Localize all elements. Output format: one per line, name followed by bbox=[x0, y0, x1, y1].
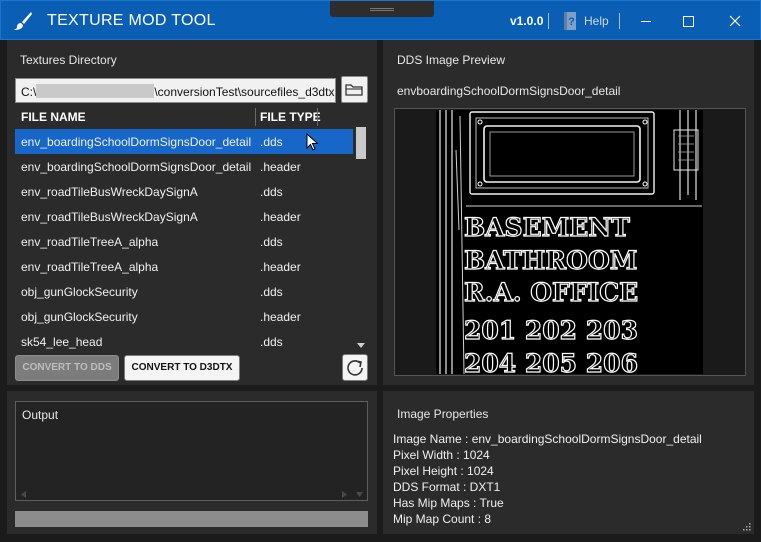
help-button[interactable]: ? Help bbox=[558, 9, 613, 33]
file-type-cell: .header bbox=[260, 160, 301, 174]
file-type-cell: .dds bbox=[260, 235, 283, 249]
version-label: v1.0.0 bbox=[510, 14, 544, 28]
divider bbox=[619, 13, 620, 29]
redacted-path-segment bbox=[36, 84, 155, 98]
convert-to-d3dtx-button[interactable]: CONVERT TO D3DTX bbox=[124, 355, 240, 381]
column-header-file-type[interactable]: FILE TYPE bbox=[260, 110, 321, 124]
file-type-cell: .dds bbox=[260, 135, 283, 149]
file-name-cell: sk54_lee_head bbox=[21, 335, 103, 349]
table-row[interactable]: env_boardingSchoolDormSignsDoor_detail .… bbox=[15, 154, 353, 179]
table-row[interactable]: sk54_lee_head .dds bbox=[15, 329, 353, 354]
properties-panel: Image Properties Image Name : env_boardi… bbox=[383, 391, 754, 534]
file-grid-header: FILE NAME FILE TYPE bbox=[15, 108, 353, 126]
sign-line: 201 202 203 bbox=[464, 316, 638, 345]
svg-text:?: ? bbox=[568, 16, 575, 28]
file-name-cell: obj_gunGlockSecurity bbox=[21, 285, 138, 299]
table-row[interactable]: env_boardingSchoolDormSignsDoor_detail .… bbox=[15, 129, 353, 154]
property-dds-format: DDS Format : DXT1 bbox=[393, 480, 501, 494]
sign-line: 204 205 206 bbox=[464, 349, 638, 374]
progress-bar bbox=[15, 511, 368, 527]
help-label: Help bbox=[584, 14, 609, 28]
preview-frame: BASEMENT BATHROOM R.A. OFFICE 201 202 20… bbox=[394, 108, 746, 376]
textures-directory-title: Textures Directory bbox=[20, 53, 117, 67]
table-row[interactable]: env_roadTileTreeA_alpha .dds bbox=[15, 229, 353, 254]
file-name-cell: obj_gunGlockSecurity bbox=[21, 310, 138, 324]
properties-list: Image Name : env_boardingSchoolDormSigns… bbox=[393, 431, 702, 527]
file-grid-scrollbar[interactable] bbox=[354, 124, 368, 352]
table-row[interactable]: env_roadTileBusWreckDaySignA .dds bbox=[15, 179, 353, 204]
file-grid: env_boardingSchoolDormSignsDoor_detail .… bbox=[15, 129, 353, 354]
preview-title: DDS Image Preview bbox=[397, 53, 506, 67]
refresh-icon bbox=[347, 360, 363, 376]
column-divider[interactable] bbox=[255, 108, 256, 126]
directory-path-input[interactable]: C:\ \conversionTest\sourcefiles_d3dtx bbox=[15, 78, 336, 103]
title-bar[interactable]: TEXTURE MOD TOOL v1.0.0 ? Help bbox=[0, 0, 761, 40]
mouse-cursor-icon bbox=[306, 133, 319, 151]
column-divider[interactable] bbox=[317, 108, 318, 126]
file-name-cell: env_roadTileTreeA_alpha bbox=[21, 260, 159, 274]
properties-title: Image Properties bbox=[397, 407, 489, 421]
output-title: Output bbox=[22, 408, 59, 422]
scroll-right-arrow-icon[interactable] bbox=[341, 490, 349, 499]
table-row[interactable]: obj_gunGlockSecurity .dds bbox=[15, 279, 353, 304]
scroll-left-arrow-icon[interactable] bbox=[19, 490, 27, 499]
path-suffix: \conversionTest\sourcefiles_d3dtx bbox=[154, 85, 335, 99]
close-button[interactable] bbox=[721, 7, 749, 35]
scroll-down-arrow-icon[interactable] bbox=[355, 491, 364, 499]
help-book-icon: ? bbox=[564, 12, 576, 30]
file-name-cell: env_roadTileBusWreckDaySignA bbox=[21, 185, 198, 199]
file-name-cell: env_roadTileTreeA_alpha bbox=[21, 235, 159, 249]
textures-panel: Textures Directory C:\ \conversionTest\so… bbox=[7, 40, 377, 385]
browse-folder-button[interactable] bbox=[341, 76, 368, 103]
property-pixel-width: Pixel Width : 1024 bbox=[393, 448, 490, 462]
output-panel: Output bbox=[7, 391, 377, 534]
texture-preview-image: BASEMENT BATHROOM R.A. OFFICE 201 202 20… bbox=[436, 110, 703, 374]
convert-to-dds-button[interactable]: CONVERT TO DDS bbox=[15, 355, 119, 381]
table-row[interactable]: env_roadTileTreeA_alpha .header bbox=[15, 254, 353, 279]
scroll-down-arrow-icon[interactable] bbox=[356, 342, 366, 350]
table-row[interactable]: env_roadTileBusWreckDaySignA .header bbox=[15, 204, 353, 229]
table-row[interactable]: obj_gunGlockSecurity .header bbox=[15, 304, 353, 329]
file-type-cell: .dds bbox=[260, 185, 283, 199]
file-type-cell: .dds bbox=[260, 335, 283, 349]
resize-grip-icon[interactable] bbox=[741, 521, 751, 531]
property-image-name: Image Name : env_boardingSchoolDormSigns… bbox=[393, 432, 702, 446]
output-log[interactable]: Output bbox=[15, 401, 368, 501]
file-type-cell: .header bbox=[260, 260, 301, 274]
preview-panel: DDS Image Preview envboardingSchoolDormS… bbox=[383, 40, 754, 385]
folder-icon bbox=[345, 84, 363, 96]
scrollbar-thumb[interactable] bbox=[356, 127, 366, 159]
file-name-cell: env_boardingSchoolDormSignsDoor_detail bbox=[21, 135, 252, 149]
divider bbox=[548, 13, 549, 29]
sign-line: BASEMENT bbox=[464, 213, 630, 242]
app-title: TEXTURE MOD TOOL bbox=[47, 12, 216, 29]
sign-line: BATHROOM bbox=[464, 246, 637, 275]
preview-image-name: envboardingSchoolDormSignsDoor_detail bbox=[397, 84, 621, 98]
minimize-icon bbox=[641, 21, 651, 22]
property-pixel-height: Pixel Height : 1024 bbox=[393, 464, 494, 478]
drag-handle[interactable] bbox=[330, 1, 434, 17]
minimize-button[interactable] bbox=[632, 7, 660, 35]
file-name-cell: env_roadTileBusWreckDaySignA bbox=[21, 210, 198, 224]
property-has-mip-maps: Has Mip Maps : True bbox=[393, 496, 504, 510]
paintbrush-icon bbox=[14, 12, 32, 30]
property-mip-map-count: Mip Map Count : 8 bbox=[393, 512, 492, 526]
close-icon bbox=[729, 15, 741, 27]
refresh-button[interactable] bbox=[342, 354, 368, 381]
file-type-cell: .header bbox=[260, 210, 301, 224]
file-type-cell: .header bbox=[260, 310, 301, 324]
maximize-icon bbox=[683, 16, 694, 27]
column-header-file-name[interactable]: FILE NAME bbox=[21, 110, 86, 124]
maximize-button[interactable] bbox=[674, 7, 702, 35]
sign-line: R.A. OFFICE bbox=[464, 278, 638, 307]
file-type-cell: .dds bbox=[260, 285, 283, 299]
file-name-cell: env_boardingSchoolDormSignsDoor_detail bbox=[21, 160, 252, 174]
path-prefix: C:\ bbox=[21, 85, 37, 99]
